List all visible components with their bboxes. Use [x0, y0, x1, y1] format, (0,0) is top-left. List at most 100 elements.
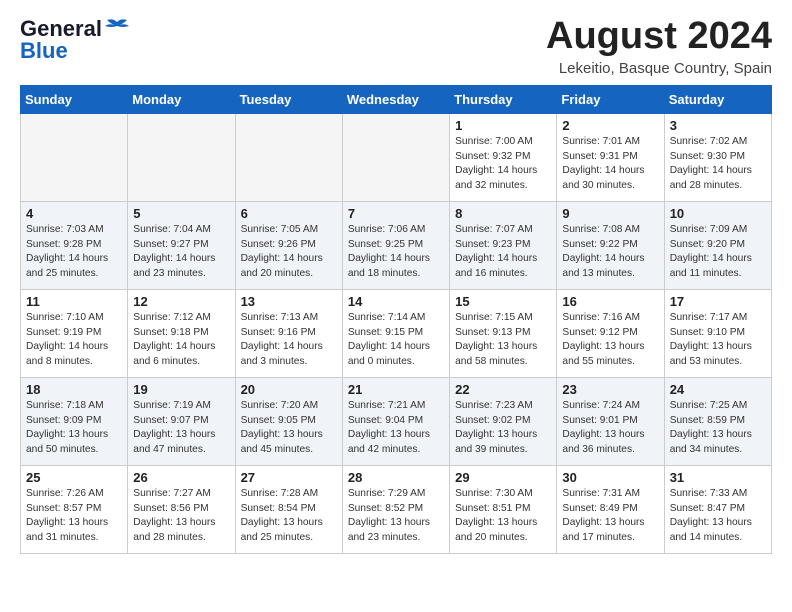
calendar-cell: 4Sunrise: 7:03 AM Sunset: 9:28 PM Daylig… [21, 201, 128, 289]
day-detail: Sunrise: 7:09 AM Sunset: 9:20 PM Dayligh… [670, 223, 766, 282]
calendar-cell: 22 Sunrise: 7:23 AM Sunset: 9:02 PM Dayli… [450, 377, 557, 465]
calendar-cell: 20 Sunrise: 7:20 AM Sunset: 9:05 PM Dayli… [235, 377, 342, 465]
day-number: 8 [455, 206, 551, 221]
calendar-cell: 6 Sunrise: 7:05 AM Sunset: 9:26 PM Daylig… [235, 201, 342, 289]
day-detail: Sunrise: 7:00 AM Sunset: 9:32 PM Dayligh… [455, 135, 551, 194]
day-number: 3 [670, 118, 766, 133]
calendar-cell: 27Sunrise: 7:28 AM Sunset: 8:54 PM Dayli… [235, 465, 342, 553]
day-detail: Sunrise: 7:19 AM Sunset: 9:07 PM Dayligh… [133, 399, 229, 458]
day-detail: Sunrise: 7:17 AM Sunset: 9:10 PM Dayligh… [670, 311, 766, 370]
day-number: 6 [241, 206, 337, 221]
calendar-cell: 8 Sunrise: 7:07 AM Sunset: 9:23 PM Daylig… [450, 201, 557, 289]
day-number: 25 [26, 470, 122, 485]
day-number: 13 [241, 294, 337, 309]
day-number: 28 [348, 470, 444, 485]
weekday-header-saturday: Saturday [664, 85, 771, 113]
calendar-week-row: 18 Sunrise: 7:18 AM Sunset: 9:09 PM Dayli… [21, 377, 772, 465]
weekday-header-sunday: Sunday [21, 85, 128, 113]
day-detail: Sunrise: 7:14 AM Sunset: 9:15 PM Dayligh… [348, 311, 444, 370]
calendar-cell: 19Sunrise: 7:19 AM Sunset: 9:07 PM Dayli… [128, 377, 235, 465]
day-detail: Sunrise: 7:05 AM Sunset: 9:26 PM Dayligh… [241, 223, 337, 282]
day-detail: Sunrise: 7:18 AM Sunset: 9:09 PM Dayligh… [26, 399, 122, 458]
day-number: 24 [670, 382, 766, 397]
day-detail: Sunrise: 7:27 AM Sunset: 8:56 PM Dayligh… [133, 487, 229, 546]
calendar-cell [235, 113, 342, 201]
calendar-cell: 23 Sunrise: 7:24 AM Sunset: 9:01 PM Dayli… [557, 377, 664, 465]
calendar-cell: 30 Sunrise: 7:31 AM Sunset: 8:49 PM Dayli… [557, 465, 664, 553]
day-detail: Sunrise: 7:04 AM Sunset: 9:27 PM Dayligh… [133, 223, 229, 282]
day-detail: Sunrise: 7:21 AM Sunset: 9:04 PM Dayligh… [348, 399, 444, 458]
day-number: 9 [562, 206, 658, 221]
calendar-cell [128, 113, 235, 201]
logo: General Blue [20, 16, 132, 64]
weekday-header-thursday: Thursday [450, 85, 557, 113]
day-detail: Sunrise: 7:20 AM Sunset: 9:05 PM Dayligh… [241, 399, 337, 458]
calendar-cell: 28 Sunrise: 7:29 AM Sunset: 8:52 PM Dayli… [342, 465, 449, 553]
day-detail: Sunrise: 7:15 AM Sunset: 9:13 PM Dayligh… [455, 311, 551, 370]
day-number: 21 [348, 382, 444, 397]
day-detail: Sunrise: 7:29 AM Sunset: 8:52 PM Dayligh… [348, 487, 444, 546]
calendar-cell: 25 Sunrise: 7:26 AM Sunset: 8:57 PM Dayli… [21, 465, 128, 553]
logo-bird-icon [103, 18, 131, 40]
weekday-header-wednesday: Wednesday [342, 85, 449, 113]
calendar-cell: 12 Sunrise: 7:12 AM Sunset: 9:18 PM Dayli… [128, 289, 235, 377]
day-detail: Sunrise: 7:13 AM Sunset: 9:16 PM Dayligh… [241, 311, 337, 370]
day-number: 22 [455, 382, 551, 397]
day-detail: Sunrise: 7:31 AM Sunset: 8:49 PM Dayligh… [562, 487, 658, 546]
day-number: 11 [26, 294, 122, 309]
day-number: 23 [562, 382, 658, 397]
weekday-header-friday: Friday [557, 85, 664, 113]
day-detail: Sunrise: 7:12 AM Sunset: 9:18 PM Dayligh… [133, 311, 229, 370]
day-number: 26 [133, 470, 229, 485]
day-detail: Sunrise: 7:24 AM Sunset: 9:01 PM Dayligh… [562, 399, 658, 458]
day-number: 14 [348, 294, 444, 309]
day-number: 7 [348, 206, 444, 221]
calendar-cell: 16Sunrise: 7:16 AM Sunset: 9:12 PM Dayli… [557, 289, 664, 377]
calendar-cell: 31Sunrise: 7:33 AM Sunset: 8:47 PM Dayli… [664, 465, 771, 553]
calendar-week-row: 25 Sunrise: 7:26 AM Sunset: 8:57 PM Dayli… [21, 465, 772, 553]
day-detail: Sunrise: 7:10 AM Sunset: 9:19 PM Dayligh… [26, 311, 122, 370]
day-detail: Sunrise: 7:07 AM Sunset: 9:23 PM Dayligh… [455, 223, 551, 282]
calendar-cell: 11 Sunrise: 7:10 AM Sunset: 9:19 PM Dayli… [21, 289, 128, 377]
calendar-week-row: 4Sunrise: 7:03 AM Sunset: 9:28 PM Daylig… [21, 201, 772, 289]
day-detail: Sunrise: 7:03 AM Sunset: 9:28 PM Dayligh… [26, 223, 122, 282]
day-number: 10 [670, 206, 766, 221]
calendar-cell: 18 Sunrise: 7:18 AM Sunset: 9:09 PM Dayli… [21, 377, 128, 465]
title-block: August 2024 Lekeitio, Basque Country, Sp… [546, 16, 772, 77]
day-number: 2 [562, 118, 658, 133]
calendar-cell [342, 113, 449, 201]
calendar-week-row: 1Sunrise: 7:00 AM Sunset: 9:32 PM Daylig… [21, 113, 772, 201]
weekday-header-monday: Monday [128, 85, 235, 113]
calendar-table: SundayMondayTuesdayWednesdayThursdayFrid… [20, 85, 772, 554]
calendar-cell: 9Sunrise: 7:08 AM Sunset: 9:22 PM Daylig… [557, 201, 664, 289]
calendar-cell: 29Sunrise: 7:30 AM Sunset: 8:51 PM Dayli… [450, 465, 557, 553]
month-title: August 2024 [546, 16, 772, 58]
day-detail: Sunrise: 7:01 AM Sunset: 9:31 PM Dayligh… [562, 135, 658, 194]
page-header: General Blue August 2024 Lekeitio, Basqu… [20, 16, 772, 77]
calendar-cell: 24Sunrise: 7:25 AM Sunset: 8:59 PM Dayli… [664, 377, 771, 465]
calendar-cell: 14 Sunrise: 7:14 AM Sunset: 9:15 PM Dayli… [342, 289, 449, 377]
day-number: 15 [455, 294, 551, 309]
day-number: 20 [241, 382, 337, 397]
calendar-cell: 21 Sunrise: 7:21 AM Sunset: 9:04 PM Dayli… [342, 377, 449, 465]
day-number: 30 [562, 470, 658, 485]
day-number: 29 [455, 470, 551, 485]
calendar-cell [21, 113, 128, 201]
day-number: 12 [133, 294, 229, 309]
day-detail: Sunrise: 7:06 AM Sunset: 9:25 PM Dayligh… [348, 223, 444, 282]
calendar-cell: 3Sunrise: 7:02 AM Sunset: 9:30 PM Daylig… [664, 113, 771, 201]
calendar-week-row: 11 Sunrise: 7:10 AM Sunset: 9:19 PM Dayli… [21, 289, 772, 377]
day-number: 27 [241, 470, 337, 485]
calendar-cell: 1Sunrise: 7:00 AM Sunset: 9:32 PM Daylig… [450, 113, 557, 201]
calendar-cell: 13 Sunrise: 7:13 AM Sunset: 9:16 PM Dayli… [235, 289, 342, 377]
calendar-cell: 17Sunrise: 7:17 AM Sunset: 9:10 PM Dayli… [664, 289, 771, 377]
location-subtitle: Lekeitio, Basque Country, Spain [546, 60, 772, 77]
calendar-cell: 5Sunrise: 7:04 AM Sunset: 9:27 PM Daylig… [128, 201, 235, 289]
weekday-header-row: SundayMondayTuesdayWednesdayThursdayFrid… [21, 85, 772, 113]
day-detail: Sunrise: 7:26 AM Sunset: 8:57 PM Dayligh… [26, 487, 122, 546]
calendar-cell: 26 Sunrise: 7:27 AM Sunset: 8:56 PM Dayli… [128, 465, 235, 553]
day-detail: Sunrise: 7:33 AM Sunset: 8:47 PM Dayligh… [670, 487, 766, 546]
day-detail: Sunrise: 7:23 AM Sunset: 9:02 PM Dayligh… [455, 399, 551, 458]
day-number: 18 [26, 382, 122, 397]
calendar-cell: 10 Sunrise: 7:09 AM Sunset: 9:20 PM Dayli… [664, 201, 771, 289]
